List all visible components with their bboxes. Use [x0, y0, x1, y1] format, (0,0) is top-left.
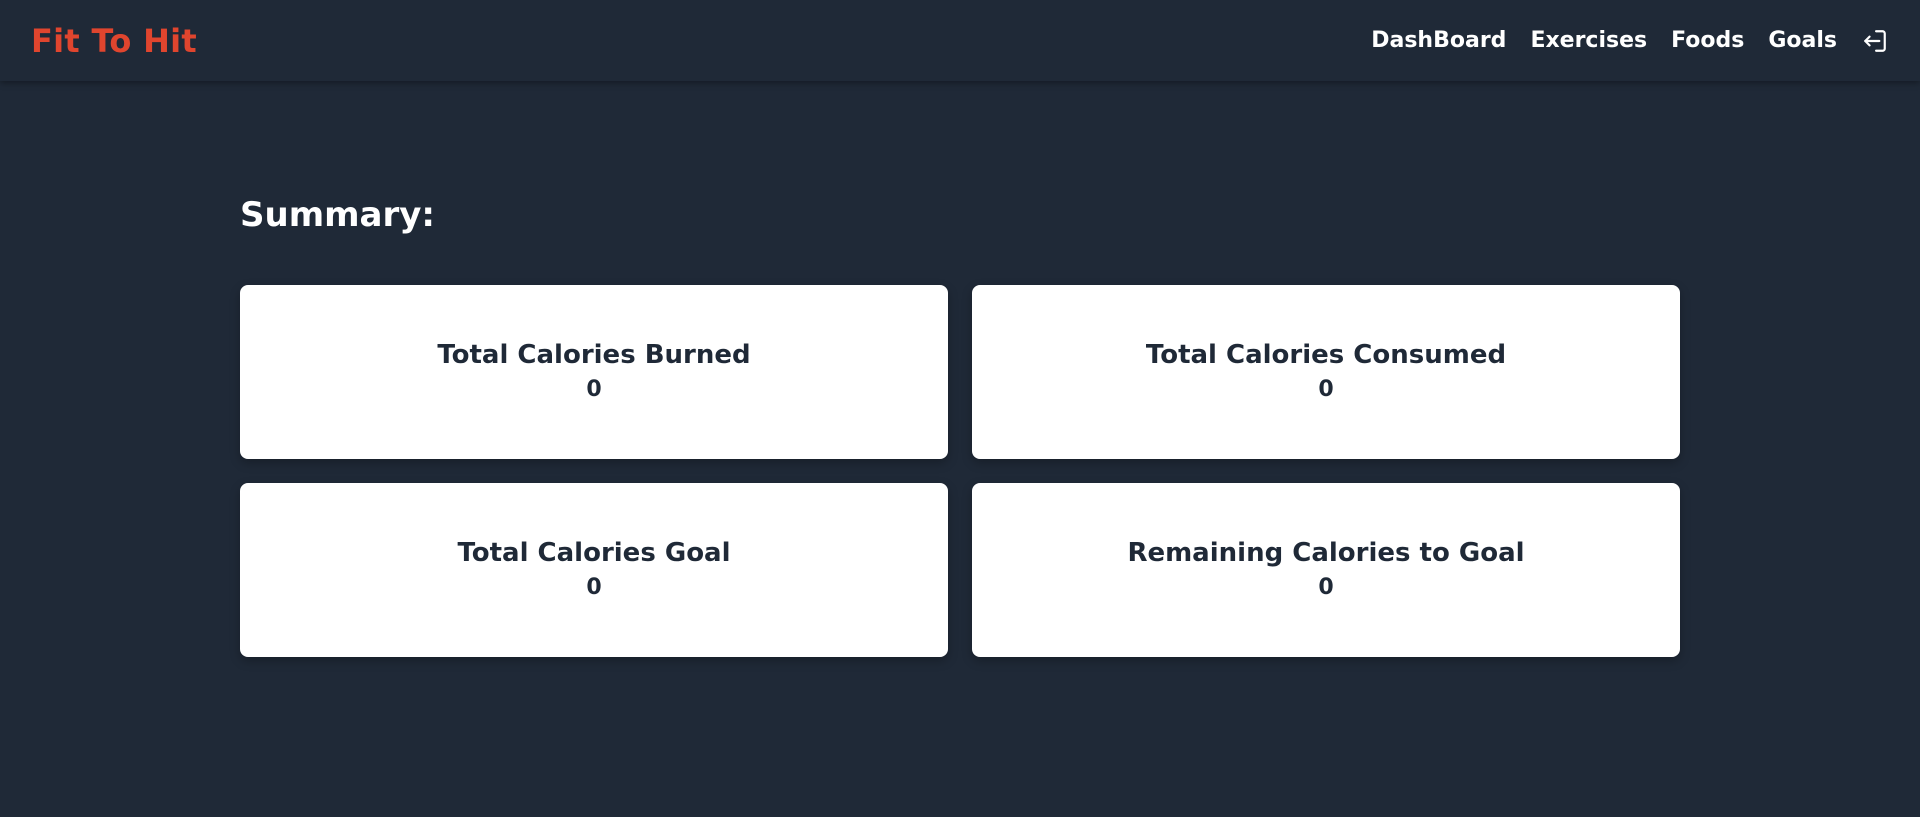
card-value: 0 — [586, 575, 602, 600]
nav-link-foods[interactable]: Foods — [1671, 28, 1744, 53]
nav-links: DashBoard Exercises Foods Goals — [1371, 27, 1889, 55]
card-value: 0 — [586, 377, 602, 402]
card-title: Total Calories Goal — [457, 538, 731, 568]
card-title: Total Calories Burned — [437, 340, 751, 370]
summary-cards: Total Calories Burned 0 Total Calories C… — [240, 285, 1680, 657]
logout-icon — [1864, 29, 1886, 52]
page-title: Summary: — [240, 195, 436, 235]
card-total-calories-goal: Total Calories Goal 0 — [240, 483, 948, 657]
main-content: Summary: Total Calories Burned 0 Total C… — [240, 190, 1680, 657]
card-remaining-calories-to-goal: Remaining Calories to Goal 0 — [972, 483, 1680, 657]
card-value: 0 — [1318, 377, 1334, 402]
card-total-calories-consumed: Total Calories Consumed 0 — [972, 285, 1680, 459]
card-total-calories-burned: Total Calories Burned 0 — [240, 285, 948, 459]
nav-link-goals[interactable]: Goals — [1768, 28, 1837, 53]
brand-logo[interactable]: Fit To Hit — [31, 22, 197, 60]
card-title: Total Calories Consumed — [1145, 340, 1507, 370]
nav-link-dashboard[interactable]: DashBoard — [1371, 28, 1506, 53]
navbar: Fit To Hit DashBoard Exercises Foods Goa… — [0, 0, 1920, 81]
nav-link-exercises[interactable]: Exercises — [1530, 28, 1647, 53]
card-value: 0 — [1318, 575, 1334, 600]
logout-button[interactable] — [1861, 27, 1889, 55]
card-title: Remaining Calories to Goal — [1127, 538, 1525, 568]
